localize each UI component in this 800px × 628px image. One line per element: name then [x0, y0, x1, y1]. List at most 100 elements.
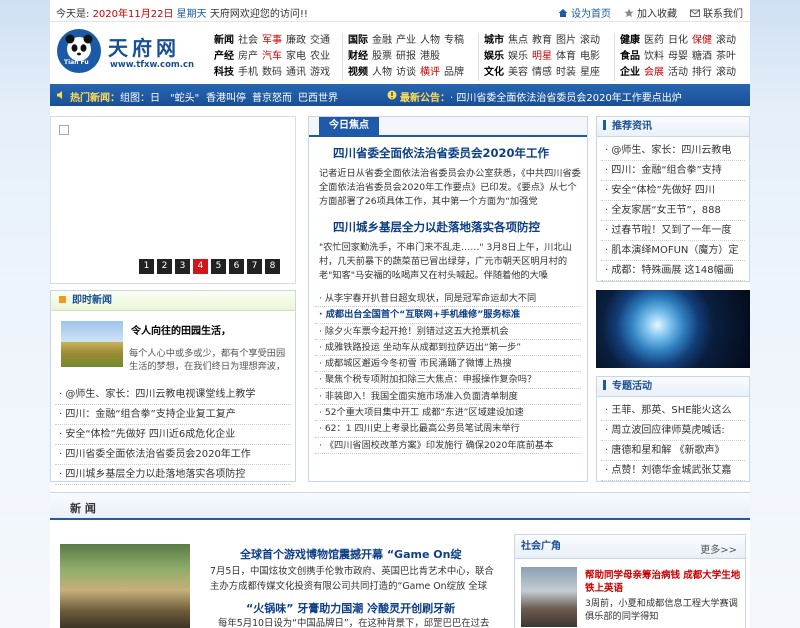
globe-banner-image[interactable]: [596, 290, 750, 368]
nav-link[interactable]: 汽车: [262, 49, 286, 65]
list-item[interactable]: · 62：1 四川史上考录比最高公务员笔试周末举行: [315, 421, 581, 438]
nav-link[interactable]: 饮料: [644, 49, 668, 65]
nav-link[interactable]: 健康: [620, 33, 644, 49]
nav-link[interactable]: 视频: [348, 65, 372, 81]
nav-link[interactable]: 食品: [620, 49, 644, 65]
list-item[interactable]: · 点赞！刘德华金城武张艾嘉: [601, 461, 745, 481]
nav-link[interactable]: 房产: [238, 49, 262, 65]
list-item[interactable]: · 除夕火车票今起开抢！别错过这五大抢票机会: [315, 324, 581, 340]
nav-link[interactable]: 时装: [556, 65, 580, 81]
field-thumbnail[interactable]: [61, 321, 123, 367]
pager-button[interactable]: 5: [211, 259, 226, 274]
add-favorite-link[interactable]: 加入收藏: [624, 5, 677, 20]
focus-headline-2[interactable]: 四川城乡基层全力以赴落地落实各项防控: [333, 219, 540, 235]
nav-link[interactable]: 访谈: [396, 65, 420, 81]
news-headline-1[interactable]: 全球首个游戏博物馆震撼开幕 “Game On绽: [240, 546, 461, 562]
nav-link[interactable]: 游戏: [310, 65, 334, 81]
pager-button[interactable]: 7: [247, 259, 262, 274]
news-headline-2[interactable]: “火锅味” 牙膏助力国潮 冷酸灵开创刷牙新: [246, 600, 455, 616]
list-item[interactable]: · 非装即入！我国全面实施市场准入负面清单制度: [315, 389, 581, 406]
nav-link[interactable]: 家电: [286, 49, 310, 65]
nav-link[interactable]: 专稿: [444, 33, 468, 49]
nav-link[interactable]: 母婴: [668, 49, 692, 65]
list-item[interactable]: · @师生、家长：四川云教电视课堂线上教学: [55, 385, 291, 405]
list-item[interactable]: · 四川城乡基层全力以赴落地落实各项防控: [55, 465, 291, 485]
nav-link[interactable]: 城市: [484, 33, 508, 49]
nav-link[interactable]: 数码: [262, 65, 286, 81]
list-item[interactable]: · 全友家居“女王节”，888: [601, 201, 745, 221]
pager-button[interactable]: 3: [175, 259, 190, 274]
focus-headline-1[interactable]: 四川省委全面依法治省委员会2020年工作: [333, 145, 549, 161]
nav-link[interactable]: 人物: [372, 65, 396, 81]
list-item[interactable]: · 成都出台全国首个“互联网+手机维修”服务标准: [315, 307, 581, 324]
list-item[interactable]: · 周立波回应律师莫虎喊话:: [601, 421, 745, 441]
nav-link[interactable]: 滚动: [716, 65, 740, 81]
nav-link[interactable]: 产业: [396, 33, 420, 49]
list-item[interactable]: · 安全“体检”先做好 四川: [601, 181, 745, 201]
nav-link[interactable]: 明星: [532, 49, 556, 65]
nav-link[interactable]: 金融: [372, 33, 396, 49]
nav-link[interactable]: 企业: [620, 65, 644, 81]
nav-link[interactable]: 娱乐: [484, 49, 508, 65]
nav-link[interactable]: 产经: [214, 49, 238, 65]
pager-button[interactable]: 8: [265, 259, 280, 274]
nav-link[interactable]: 会展: [644, 65, 668, 81]
hot-news-item[interactable]: "蛇头": [170, 89, 199, 104]
nav-link[interactable]: 横评: [420, 65, 444, 81]
nav-link[interactable]: 日化: [668, 33, 692, 49]
nav-link[interactable]: 研报: [396, 49, 420, 65]
nav-link[interactable]: 港股: [420, 49, 444, 65]
nav-link[interactable]: 滚动: [716, 33, 740, 49]
set-home-link[interactable]: 设为首页: [558, 5, 611, 20]
list-item[interactable]: · 从李宇春开扒昔日超女现状，同是冠军命运却大不同: [315, 291, 581, 308]
nav-link[interactable]: 股票: [372, 49, 396, 65]
instant-lead-title[interactable]: 令人向往的田园生活，: [131, 322, 231, 337]
tab-today-focus[interactable]: 今日焦点: [319, 117, 379, 135]
list-item[interactable]: · 安全“体检”先做好 四川近6成危化企业: [55, 425, 291, 445]
image-slider[interactable]: 12345678: [50, 116, 296, 284]
list-item[interactable]: · 过春节啦！又到了一年一度: [601, 221, 745, 241]
list-item[interactable]: · 52个重大项目集中开工 成都“东进”区域建设加速: [315, 405, 581, 422]
nav-link[interactable]: 社会: [238, 33, 262, 49]
nav-link[interactable]: 电影: [580, 49, 604, 65]
list-item[interactable]: · 聚焦个税专项附加扣除三大焦点：申报操作复杂吗？: [315, 372, 581, 389]
list-item[interactable]: · 四川省委全面依法治省委员会2020年工作: [55, 445, 291, 465]
nav-link[interactable]: 新闻: [214, 33, 238, 49]
social-headline[interactable]: 帮助同学母亲筹治病钱 成都大学生地铁上英语: [585, 569, 743, 595]
subway-photo[interactable]: [521, 567, 577, 627]
site-logo[interactable]: Tian Fu 天府网 www.tfxw.com.cn: [54, 26, 204, 78]
notice-text[interactable]: · 四川省委全面依法治省委员会2020年工作要点出炉: [450, 89, 682, 104]
nav-link[interactable]: 手机: [238, 65, 262, 81]
nav-link[interactable]: 品牌: [444, 65, 468, 81]
nav-link[interactable]: 活动: [668, 65, 692, 81]
nav-link[interactable]: 情感: [532, 65, 556, 81]
nav-link[interactable]: 星座: [580, 65, 604, 81]
pager-button[interactable]: 2: [157, 259, 172, 274]
nav-link[interactable]: 医药: [644, 33, 668, 49]
nav-link[interactable]: 交通: [310, 33, 334, 49]
nav-link[interactable]: 滚动: [580, 33, 604, 49]
nav-link[interactable]: 图片: [556, 33, 580, 49]
list-item[interactable]: · 成都：特殊画展 这148幅画: [601, 261, 745, 281]
list-item[interactable]: · 唐德和星和解 《新歌声》: [601, 441, 745, 461]
list-item[interactable]: · 王菲、那英、SHE能火这么: [601, 401, 745, 421]
list-item[interactable]: · 成雅铁路投运 坐动车从成都到拉萨迈出“第一步”: [315, 340, 581, 357]
list-item[interactable]: · 四川：金融“组合拳”支持: [601, 161, 745, 181]
nav-link[interactable]: 农业: [310, 49, 334, 65]
nav-link[interactable]: 保健: [692, 33, 716, 49]
nav-link[interactable]: 国际: [348, 33, 372, 49]
hot-news-item[interactable]: 香港叫停: [206, 89, 246, 104]
list-item[interactable]: · @师生、家长：四川云教电: [601, 141, 745, 161]
pager-button-active[interactable]: 4: [193, 259, 208, 274]
nav-link[interactable]: 美容: [508, 65, 532, 81]
hot-news-item[interactable]: 巴西世界: [298, 89, 338, 104]
game-museum-photo[interactable]: [60, 544, 190, 628]
nav-link[interactable]: 通讯: [286, 65, 310, 81]
hot-news-item[interactable]: 普京怒而: [252, 89, 292, 104]
list-item[interactable]: · 肌本演绎MOFUN（魔方）定: [601, 241, 745, 261]
list-item[interactable]: · 《四川省固校改革方案》印发施行 确保2020年底前基本: [315, 438, 581, 454]
nav-link[interactable]: 排行: [692, 65, 716, 81]
nav-link[interactable]: 娱乐: [508, 49, 532, 65]
list-item[interactable]: · 四川：金融“组合拳”支持企业复工复产: [55, 405, 291, 425]
pager-button[interactable]: 1: [139, 259, 154, 274]
